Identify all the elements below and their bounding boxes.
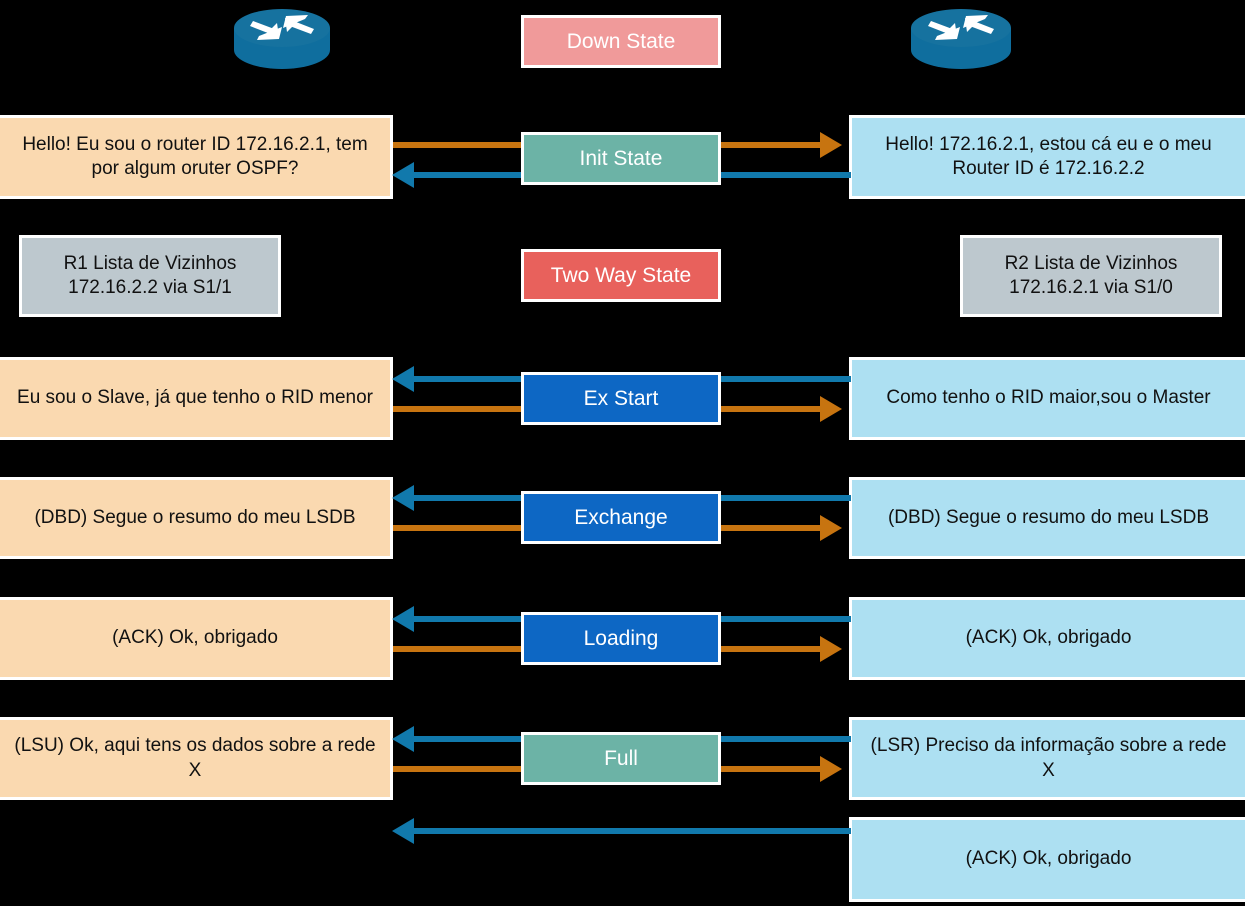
state-exchange[interactable]: Exchange [521, 491, 721, 544]
arrow-exchange-orange-right-segment [718, 525, 823, 531]
state-two-way[interactable]: Two Way State [521, 249, 721, 302]
arrow-loading-orange-right-segment [718, 646, 823, 652]
message-left-dbd: (DBD) Segue o resumo do meu LSDB [0, 477, 393, 559]
state-loading[interactable]: Loading [521, 612, 721, 665]
arrowhead-exchange-blue [392, 485, 414, 511]
message-right-hello: Hello! 172.16.2.1, estou cá eu e o meu R… [849, 115, 1245, 199]
arrowhead-full-blue [392, 726, 414, 752]
arrow-init-blue-left-segment [414, 172, 524, 178]
arrow-exchange-blue-left-segment [414, 495, 524, 501]
message-right-dbd: (DBD) Segue o resumo do meu LSDB [849, 477, 1245, 559]
arrow-loading-blue-right-segment [718, 616, 851, 622]
arrowhead-full-orange [820, 756, 842, 782]
message-right-lsr: (LSR) Preciso da informação sobre a rede… [849, 717, 1245, 800]
router-icon-r1 [229, 6, 335, 72]
message-right-neighbor-list: R2 Lista de Vizinhos 172.16.2.1 via S1/0 [960, 235, 1222, 317]
arrow-final-ack-blue [414, 828, 851, 834]
arrow-init-blue-right-segment [718, 172, 851, 178]
arrow-loading-orange-left-segment [393, 646, 524, 652]
ospf-state-diagram: Down State Init State Two Way State Ex S… [0, 0, 1245, 906]
arrow-full-orange-left-segment [393, 766, 524, 772]
arrowhead-init-blue [392, 162, 414, 188]
message-left-neighbor-list: R1 Lista de Vizinhos 172.16.2.2 via S1/1 [19, 235, 281, 317]
arrowhead-exstart-blue [392, 366, 414, 392]
message-left-lsu: (LSU) Ok, aqui tens os dados sobre a red… [0, 717, 393, 800]
arrow-full-blue-left-segment [414, 736, 524, 742]
state-ex-start[interactable]: Ex Start [521, 372, 721, 425]
arrow-init-orange-right-segment [718, 142, 823, 148]
arrow-exchange-orange-left-segment [393, 525, 524, 531]
state-full[interactable]: Full [521, 732, 721, 785]
message-right-final-ack: (ACK) Ok, obrigado [849, 817, 1245, 902]
arrow-exchange-blue-right-segment [718, 495, 851, 501]
arrow-full-orange-right-segment [718, 766, 823, 772]
arrowhead-loading-orange [820, 636, 842, 662]
arrowhead-init-orange [820, 132, 842, 158]
arrowhead-exchange-orange [820, 515, 842, 541]
arrow-exstart-orange-right-segment [718, 406, 823, 412]
arrowhead-exstart-orange [820, 396, 842, 422]
message-left-hello: Hello! Eu sou o router ID 172.16.2.1, te… [0, 115, 393, 199]
state-init[interactable]: Init State [521, 132, 721, 185]
arrow-exstart-blue-left-segment [414, 376, 524, 382]
message-left-slave: Eu sou o Slave, já que tenho o RID menor [0, 357, 393, 440]
router-icon-r2 [905, 6, 1017, 72]
arrow-loading-blue-left-segment [414, 616, 524, 622]
arrow-init-orange-left-segment [393, 142, 524, 148]
arrow-full-blue-right-segment [718, 736, 851, 742]
arrowhead-loading-blue [392, 606, 414, 632]
message-right-ack: (ACK) Ok, obrigado [849, 597, 1245, 680]
message-left-ack: (ACK) Ok, obrigado [0, 597, 393, 680]
arrow-exstart-orange-left-segment [393, 406, 524, 412]
arrowhead-final-ack-blue [392, 818, 414, 844]
arrow-exstart-blue-right-segment [718, 376, 851, 382]
state-down[interactable]: Down State [521, 15, 721, 68]
message-right-master: Como tenho o RID maior,sou o Master [849, 357, 1245, 440]
